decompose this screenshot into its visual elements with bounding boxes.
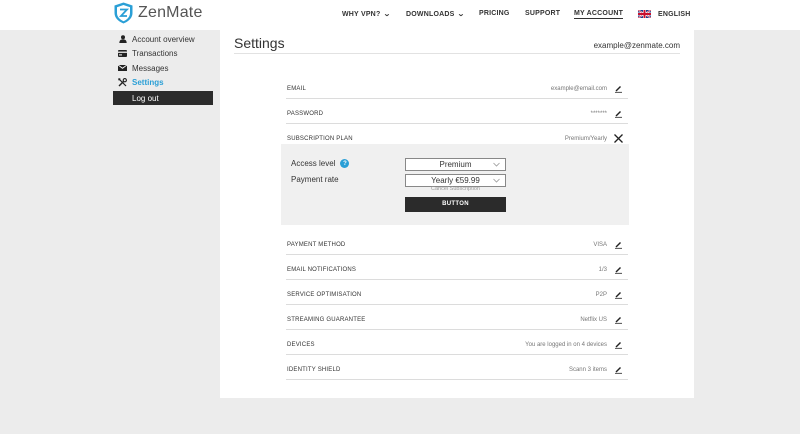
row-label: PAYMENT METHOD — [287, 242, 346, 248]
chevron-down-icon — [493, 162, 500, 167]
sidebar-item-messages[interactable]: Messages — [113, 61, 213, 76]
sidebar-item-transactions[interactable]: Transactions — [113, 47, 213, 62]
row-label: STREAMING GUARANTEE — [287, 317, 366, 323]
settings-row-email-notifications: EMAIL NOTIFICATIONS 1/3 — [286, 260, 628, 280]
nav-support-label: SUPPORT — [525, 10, 561, 17]
tools-icon — [113, 78, 132, 87]
nav-why-vpn-label: WHY VPN? — [342, 10, 381, 18]
sidebar-item-label: Transactions — [132, 49, 178, 59]
chevron-down-icon — [493, 178, 500, 183]
row-label: DEVICES — [287, 342, 315, 348]
nav-pricing[interactable]: PRICING — [479, 10, 510, 17]
row-value: Premium/Yearly — [564, 136, 607, 142]
pencil-edit-icon[interactable] — [614, 290, 623, 299]
nav-pricing-label: PRICING — [479, 10, 510, 17]
help-question-icon[interactable]: ? — [340, 159, 350, 169]
nav-downloads[interactable]: DOWNLOADS ⌄ — [406, 10, 466, 19]
sidebar-item-label: Messages — [132, 63, 169, 73]
chevron-down-icon: ⌄ — [457, 11, 466, 18]
sidebar-item-label: Settings — [132, 78, 164, 88]
row-label: EMAIL — [287, 86, 307, 92]
nav-downloads-label: DOWNLOADS — [406, 10, 455, 18]
chevron-down-icon: ⌄ — [383, 11, 392, 18]
payment-rate-label: Payment rate — [291, 175, 339, 184]
access-level-value: Premium — [439, 160, 472, 169]
row-value: 1/3 — [598, 267, 607, 273]
row-label: PASSWORD — [287, 111, 324, 117]
sidebar-item-account-overview[interactable]: Account overview — [113, 32, 213, 47]
language-label: ENGLISH — [658, 10, 691, 18]
access-level-select[interactable]: Premium — [405, 158, 506, 171]
row-label: IDENTITY SHIELD — [287, 367, 341, 373]
sidebar-item-label: Account overview — [132, 34, 195, 44]
settings-row-email: EMAIL example@email.com — [286, 79, 628, 99]
row-value: Netflix US — [580, 317, 607, 323]
close-icon[interactable] — [613, 133, 624, 144]
access-level-label-group: Access level? — [291, 159, 350, 169]
top-navigation-bar: ZenMate WHY VPN? ⌄ DOWNLOADS ⌄ PRICING SUP… — [0, 0, 800, 30]
row-value: You are logged in on 4 devices — [525, 342, 607, 348]
settings-row-service-optimisation: SERVICE OPTIMISATION P2P — [286, 285, 628, 305]
access-level-label: Access level — [291, 159, 336, 168]
nav-my-account-label: MY ACCOUNT — [574, 10, 624, 17]
user-email: example@zenmate.com — [593, 41, 680, 50]
zenmate-logo[interactable]: ZenMate — [114, 2, 203, 24]
subscription-details: Access level? Premium Payment rate Yearl… — [281, 144, 629, 225]
brand-name: ZenMate — [138, 4, 203, 21]
row-value: Scann 3 items — [568, 367, 607, 373]
pencil-edit-icon[interactable] — [614, 84, 623, 93]
settings-panel: Settings example@zenmate.com EMAIL examp… — [220, 30, 694, 398]
settings-row-devices: DEVICES You are logged in on 4 devices — [286, 335, 628, 355]
envelope-icon — [113, 65, 132, 72]
settings-row-payment-method: PAYMENT METHOD VISA — [286, 235, 628, 255]
sidebar-item-settings[interactable]: Settings — [113, 76, 213, 91]
pencil-edit-icon[interactable] — [614, 240, 623, 249]
nav-support[interactable]: SUPPORT — [525, 10, 560, 17]
payment-rate-value: Yearly €59.99 — [431, 176, 480, 185]
row-label: SUBSCRIPTION PLAN — [287, 136, 353, 142]
row-value: P2P — [595, 292, 607, 298]
row-label: SERVICE OPTIMISATION — [287, 292, 362, 298]
sidebar-item-label: Log out — [132, 93, 159, 103]
language-selector[interactable]: ENGLISH — [638, 10, 691, 18]
cancel-subscription-link[interactable]: Cancel Subscription — [405, 186, 506, 192]
uk-flag-icon — [638, 10, 651, 18]
subscription-action-button[interactable]: BUTTON — [405, 197, 506, 212]
pencil-edit-icon[interactable] — [614, 340, 623, 349]
pencil-edit-icon[interactable] — [614, 265, 623, 274]
shield-logo-icon — [114, 2, 133, 24]
user-icon — [113, 35, 132, 44]
account-sidebar: Account overview Transactions Messages S… — [113, 32, 213, 105]
settings-row-streaming-guarantee: STREAMING GUARANTEE Netflix US — [286, 310, 628, 330]
pencil-edit-icon[interactable] — [614, 109, 623, 118]
row-label: EMAIL NOTIFICATIONS — [287, 267, 357, 273]
settings-row-password: PASSWORD ******* — [286, 104, 628, 124]
row-value: ******* — [590, 111, 607, 117]
nav-my-account[interactable]: MY ACCOUNT — [574, 10, 624, 19]
title-divider — [234, 53, 680, 54]
page-title: Settings — [234, 35, 285, 51]
nav-why-vpn[interactable]: WHY VPN? ⌄ — [342, 10, 392, 19]
pencil-edit-icon[interactable] — [614, 315, 623, 324]
row-value: example@email.com — [550, 86, 607, 92]
row-value: VISA — [593, 242, 607, 248]
sidebar-item-logout[interactable]: Log out — [113, 91, 213, 105]
settings-row-identity-shield: IDENTITY SHIELD Scann 3 items — [286, 360, 628, 380]
credit-card-icon — [113, 50, 132, 58]
pencil-edit-icon[interactable] — [614, 365, 623, 374]
